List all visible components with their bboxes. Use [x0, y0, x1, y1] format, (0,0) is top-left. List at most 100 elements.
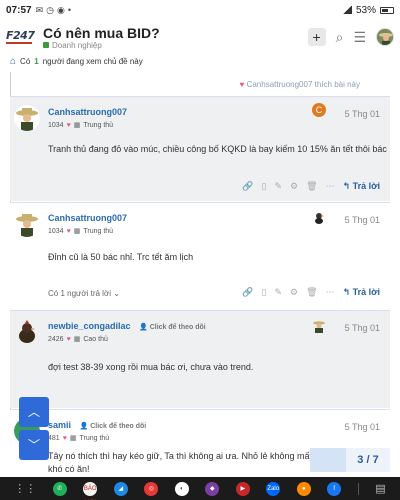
link-icon[interactable]: 🔗 — [242, 287, 253, 298]
post-avatar[interactable] — [14, 211, 40, 237]
reply-button[interactable]: ↰ Trả lời — [343, 287, 380, 298]
post-body-line: khó có ăn! — [48, 464, 90, 474]
app-icon[interactable]: ◐ — [174, 481, 189, 496]
baomoi-app-icon[interactable]: BÁO MỚI — [83, 481, 98, 500]
post-user-meta: 481 ♥ ▦ Trung thủ — [48, 434, 109, 443]
user-points: 1034 — [48, 121, 64, 129]
viewers-count: 1 — [34, 56, 39, 66]
facebook-app-icon[interactable]: f — [327, 481, 342, 496]
scroll-up-button[interactable]: ︿ — [19, 397, 49, 427]
viewers-suffix: người đang xem chủ đề này — [42, 56, 143, 66]
scroll-down-button[interactable]: ﹀ — [19, 430, 49, 460]
phone-app-icon[interactable]: ✆ — [52, 481, 67, 496]
post-username[interactable]: samii 👤 Click để theo dõi — [48, 420, 146, 430]
avatar-image — [14, 105, 40, 131]
edit-icon[interactable]: ✎ — [274, 287, 282, 298]
user-points: 1034 — [48, 227, 64, 235]
post-avatar[interactable] — [14, 319, 40, 345]
post-user-meta: 1034 ♥ ▦ Trung thủ — [48, 121, 113, 130]
app-icon[interactable]: ◆ — [205, 481, 220, 496]
post-username[interactable]: newbie_congadilac 👤 Click để theo dõi — [48, 321, 206, 331]
system-nav-bar: ⋮⋮ ✆ BÁO MỚI ◢ ◎ ◐ ◆ ▶ Zalo ● f ▤ — [0, 477, 400, 500]
hamburger-menu-icon[interactable]: ☰ — [353, 29, 366, 46]
recent-apps-icon[interactable]: ▤ — [375, 482, 385, 495]
post-user-meta: 2426 ♥ ▦ Cao thủ — [48, 335, 108, 344]
post-date[interactable]: 5 Thg 01 — [345, 422, 380, 432]
heart-icon: ♥ — [239, 80, 245, 89]
post-date[interactable]: 5 Thg 01 — [345, 323, 380, 333]
heart-icon: ♥ — [62, 434, 67, 442]
follow-button[interactable]: 👤 Click để theo dõi — [80, 423, 147, 430]
post-position: 3 / 7 — [346, 448, 390, 472]
post-username[interactable]: Canhsattruong007 — [48, 213, 127, 223]
post-user-meta: 1034 ♥ ▦ Trung thủ — [48, 227, 114, 236]
user-points: 2426 — [48, 335, 64, 343]
chrome-app-icon[interactable]: ◎ — [144, 481, 159, 496]
post-actions: 🔗 ▯ ✎ ⚙ 🗑 ⋯ ↰ Trả lời — [242, 287, 380, 298]
post-body: Đỉnh cũ là 50 bác nhỉ. Trc tết ăm lịch — [48, 252, 194, 262]
notification-icon: ✉ — [35, 4, 44, 15]
reply-label: Trả lời — [352, 287, 380, 297]
follow-button[interactable]: 👤 Click để theo dõi — [139, 324, 206, 331]
reply-count[interactable]: Có 1 người trả lời ⌄ — [48, 289, 120, 298]
user-rank: Trung thủ — [83, 227, 114, 235]
avatar-image — [315, 213, 324, 224]
post-username-text: samii — [48, 420, 72, 430]
post-date[interactable]: 5 Thg 01 — [345, 215, 380, 225]
post: Canhsattruong007 1034 ♥ ▦ Trung thủ 5 Th… — [10, 202, 390, 310]
wrench-icon[interactable]: ⚙ — [290, 287, 298, 298]
new-topic-button[interactable]: + — [307, 28, 326, 46]
liked-by-name[interactable]: Canhsattruong007 — [247, 80, 313, 89]
more-icon[interactable]: ⋯ — [326, 181, 335, 192]
avatar-image — [14, 319, 40, 345]
app-icon[interactable]: ▶ — [235, 481, 250, 496]
trash-icon[interactable]: 🗑 — [306, 287, 317, 298]
logo-text: F247 — [6, 29, 35, 42]
bookmark-icon[interactable]: ▯ — [262, 287, 267, 298]
app-icon[interactable]: ● — [296, 481, 311, 496]
user-avatar[interactable] — [376, 28, 394, 46]
more-icon[interactable]: ⋯ — [326, 287, 335, 298]
app-icon[interactable]: ◢ — [113, 481, 128, 496]
home-icon[interactable]: ⌂ — [10, 56, 16, 67]
reply-to-avatar[interactable]: C — [312, 103, 326, 117]
trash-icon[interactable]: 🗑 — [306, 181, 317, 192]
post: newbie_congadilac 👤 Click để theo dõi 24… — [10, 310, 390, 408]
wrench-icon[interactable]: ⚙ — [290, 181, 298, 192]
post-date[interactable]: 5 Thg 01 — [345, 109, 380, 119]
reply-label: Trả lời — [352, 181, 380, 191]
notification-icon: ◷ — [46, 4, 54, 15]
category-color-icon — [43, 42, 49, 48]
battery-percent: 53% — [355, 4, 376, 16]
reply-button[interactable]: ↰ Trả lời — [343, 181, 380, 192]
status-bar: 07:57 ✉ ◷ ◉ • 53% — [0, 0, 400, 20]
topic-title-block: Có nên mua BID? Doanh nghiệp — [43, 25, 160, 50]
site-logo[interactable]: F247 — [6, 30, 38, 44]
chevron-down-icon: ﹀ — [27, 438, 40, 452]
rank-icon: ▦ — [73, 122, 81, 129]
post-progress[interactable]: 3 / 7 — [310, 448, 390, 472]
viewers-prefix: Có — [20, 56, 31, 66]
chevron-up-icon: ︿ — [27, 405, 40, 419]
bookmark-icon[interactable]: ▯ — [262, 181, 267, 192]
post-avatar[interactable] — [14, 105, 40, 131]
user-rank: Cao thủ — [83, 335, 108, 343]
zalo-app-icon[interactable]: Zalo — [266, 481, 281, 496]
logo-underline — [6, 42, 32, 44]
category-label: Doanh nghiệp — [52, 40, 102, 50]
search-icon[interactable]: ⌕ — [336, 29, 344, 46]
reply-to-avatar[interactable] — [312, 319, 326, 333]
topic-category[interactable]: Doanh nghiệp — [43, 41, 160, 50]
header-icons: + ⌕ ☰ — [307, 28, 394, 46]
apps-grid-icon[interactable]: ⋮⋮ — [14, 482, 36, 495]
reply-to-avatar[interactable] — [312, 211, 326, 225]
liked-by-text: thích bài này — [314, 80, 360, 89]
edit-icon[interactable]: ✎ — [274, 181, 282, 192]
post-body: Tranh thủ đang đỏ vào múc, chiều công bố… — [48, 144, 387, 154]
notification-icon: ◉ — [56, 4, 65, 15]
link-icon[interactable]: 🔗 — [242, 181, 253, 192]
post-username[interactable]: Canhsattruong007 — [48, 107, 127, 117]
avatar-image — [377, 29, 393, 45]
topic-title[interactable]: Có nên mua BID? — [43, 25, 160, 41]
post-body: Tây nó thích thì hay kéo giữ, Ta thì khô… — [48, 450, 328, 476]
